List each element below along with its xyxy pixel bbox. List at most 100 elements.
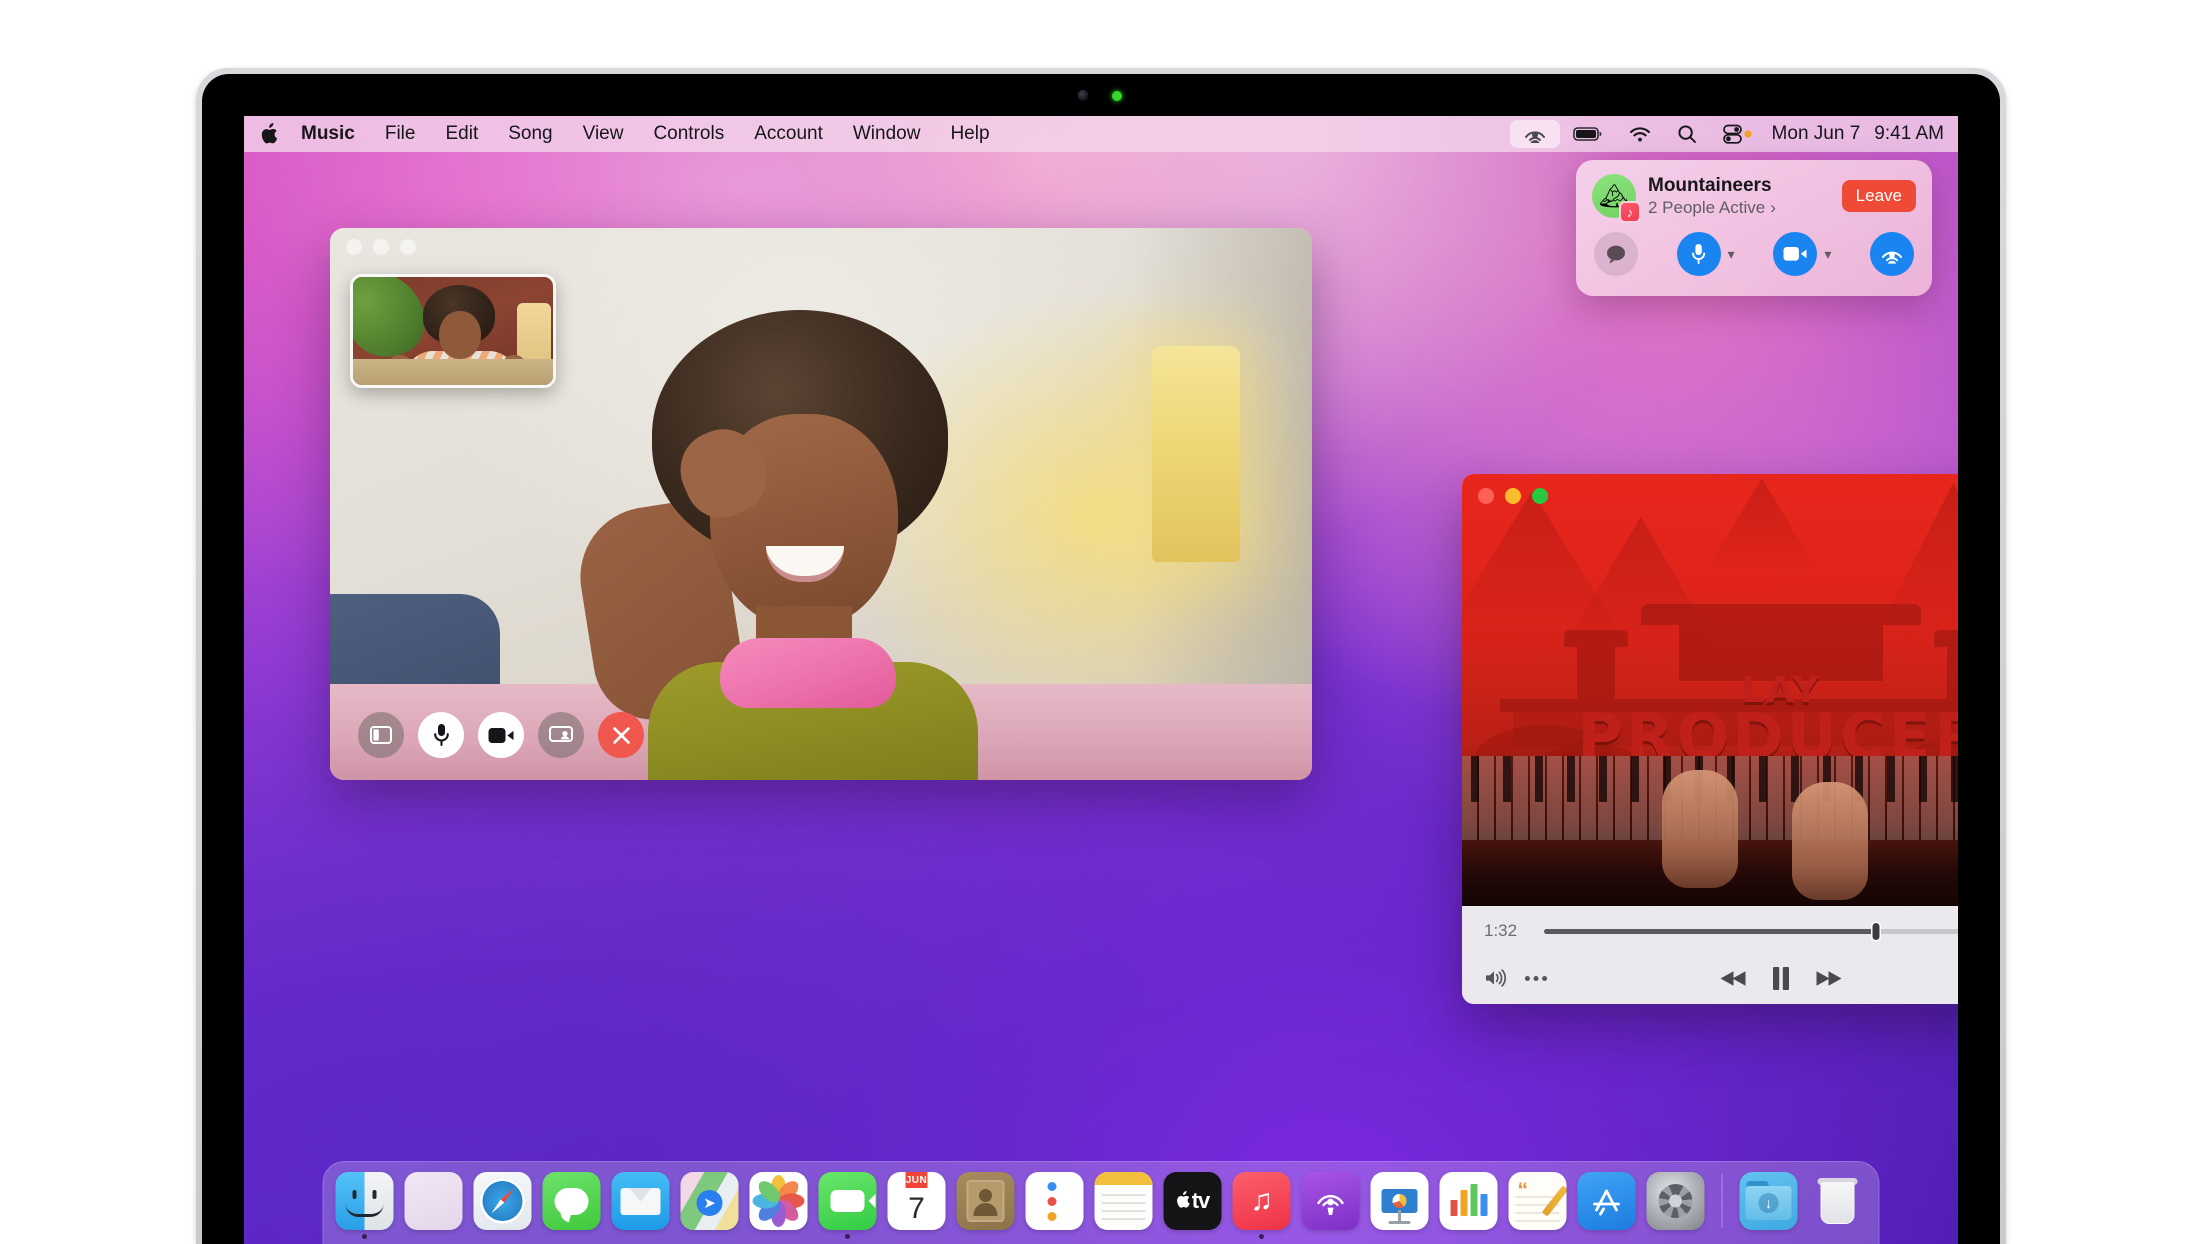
facetime-self-view[interactable] [350,274,556,388]
menu-bar-clock[interactable]: Mon Jun 7 9:41 AM [1766,123,1944,145]
system-preferences-icon [1646,1172,1705,1230]
music-transport-controls [1720,966,1843,990]
rewind-icon[interactable] [1720,970,1748,987]
menu-item-account[interactable]: Account [739,116,838,152]
podcasts-icon [1301,1172,1360,1230]
video-camera-button[interactable] [478,712,524,758]
music-scrubber-row: 1:32 -0:47 [1484,906,1958,956]
safari-icon [473,1172,532,1230]
battery-icon[interactable] [1560,120,1616,148]
dock-item-contacts[interactable] [956,1172,1015,1230]
dock-item-podcasts[interactable] [1301,1172,1360,1230]
progress-slider[interactable] [1544,922,1958,940]
dock: ➤ JUN 7 tv ♫ “ ↓ [322,1161,1880,1244]
menu-item-song[interactable]: Song [493,116,567,152]
dock-item-pages[interactable]: “ [1508,1172,1567,1230]
launchpad-icon [404,1172,463,1230]
video-chevron-down-icon[interactable]: ▾ [1824,246,1831,263]
dock-item-facetime[interactable] [818,1172,877,1239]
dock-item-tv[interactable]: tv [1163,1172,1222,1230]
search-icon[interactable] [1664,120,1710,148]
desktop-screen: Music File Edit Song View Controls Accou… [244,116,1958,1244]
dock-item-mail[interactable] [611,1172,670,1230]
dock-item-launchpad[interactable] [404,1172,463,1230]
video-button[interactable] [1773,232,1818,276]
dock-item-notes[interactable] [1094,1172,1153,1230]
menu-item-edit[interactable]: Edit [430,116,493,152]
progress-knob[interactable] [1872,922,1880,940]
menu-item-help[interactable]: Help [935,116,1004,152]
microphone-button[interactable] [1676,232,1721,276]
facetime-window[interactable] [330,228,1312,780]
shareplay-icon[interactable] [1509,120,1560,148]
minimize-button[interactable] [1505,488,1521,504]
facetime-traffic-lights[interactable] [346,239,416,255]
menu-item-controls[interactable]: Controls [638,116,739,152]
webcam-icon [1077,90,1089,101]
dock-item-downloads[interactable]: ↓ [1739,1172,1798,1230]
volume-icon[interactable] [1484,969,1508,987]
pages-icon: “ [1508,1172,1567,1230]
sidebar-button[interactable] [358,712,404,758]
music-traffic-lights[interactable] [1478,488,1548,504]
menu-item-view[interactable]: View [568,116,639,152]
dock-item-system-preferences[interactable] [1646,1172,1705,1230]
dock-item-numbers[interactable] [1439,1172,1498,1230]
dock-item-maps[interactable]: ➤ [680,1172,739,1230]
zoom-button[interactable] [400,239,416,255]
facetime-icon [818,1172,877,1230]
running-indicator [845,1234,850,1239]
music-note-glyph: ♫ [1250,1184,1273,1217]
room-lamp [1152,346,1240,562]
dock-divider [1721,1174,1723,1228]
menu-bar-date: Mon Jun 7 [1771,123,1861,144]
music-window[interactable]: LAY PRODUCER 1:32 [1462,474,1958,1004]
participants-row[interactable]: 2 People Active › [1648,198,1776,218]
appstore-icon [1577,1172,1636,1230]
photos-icon [749,1172,808,1230]
close-button[interactable] [346,239,362,255]
apple-logo-icon[interactable] [260,122,280,146]
dock-item-safari[interactable] [473,1172,532,1230]
pause-icon[interactable] [1772,966,1791,990]
menu-bar: Music File Edit Song View Controls Accou… [244,116,1958,152]
facetime-titlebar[interactable] [330,228,1312,266]
dock-item-reminders[interactable] [1025,1172,1084,1230]
fast-forward-icon[interactable] [1815,970,1843,987]
shareplay-button[interactable] [1869,232,1914,276]
zoom-button[interactable] [1532,488,1548,504]
shareplay-popover[interactable]: 🏔 ♪ Mountaineers 2 People Active › Leave [1576,160,1932,296]
menu-item-music[interactable]: Music [286,116,370,152]
display-bezel: Music File Edit Song View Controls Accou… [202,74,2000,1244]
menu-item-file[interactable]: File [370,116,431,152]
dock-item-photos[interactable] [749,1172,808,1230]
dock-item-calendar[interactable]: JUN 7 [887,1172,946,1230]
dock-item-appstore[interactable] [1577,1172,1636,1230]
close-button[interactable] [1478,488,1494,504]
calendar-icon: JUN 7 [887,1172,946,1230]
menu-item-window[interactable]: Window [838,116,936,152]
messages-button[interactable] [1594,232,1638,276]
share-screen-button[interactable] [538,712,584,758]
dock-item-trash[interactable] [1809,1172,1867,1230]
wifi-icon[interactable] [1616,120,1664,148]
menu-bar-status-area: Mon Jun 7 9:41 AM [1509,120,1944,148]
dock-item-finder[interactable] [335,1172,394,1239]
shareplay-text-group: Mountaineers 2 People Active › [1648,175,1776,218]
ellipsis-icon[interactable] [1524,975,1548,982]
chevron-right-icon: › [1770,197,1776,217]
end-call-button[interactable] [598,712,644,758]
microphone-button[interactable] [418,712,464,758]
dock-item-keynote[interactable] [1370,1172,1429,1230]
music-icon: ♫ [1232,1172,1291,1230]
dock-item-messages[interactable] [542,1172,601,1230]
control-center-icon[interactable] [1710,120,1766,148]
dock-item-music[interactable]: ♫ [1232,1172,1291,1239]
mic-chevron-down-icon[interactable]: ▾ [1728,246,1735,263]
leave-button[interactable]: Leave [1841,180,1916,212]
minimize-button[interactable] [373,239,389,255]
numbers-icon [1439,1172,1498,1230]
messages-icon [542,1172,601,1230]
notes-icon [1094,1172,1153,1230]
group-name: Mountaineers [1648,174,1772,196]
